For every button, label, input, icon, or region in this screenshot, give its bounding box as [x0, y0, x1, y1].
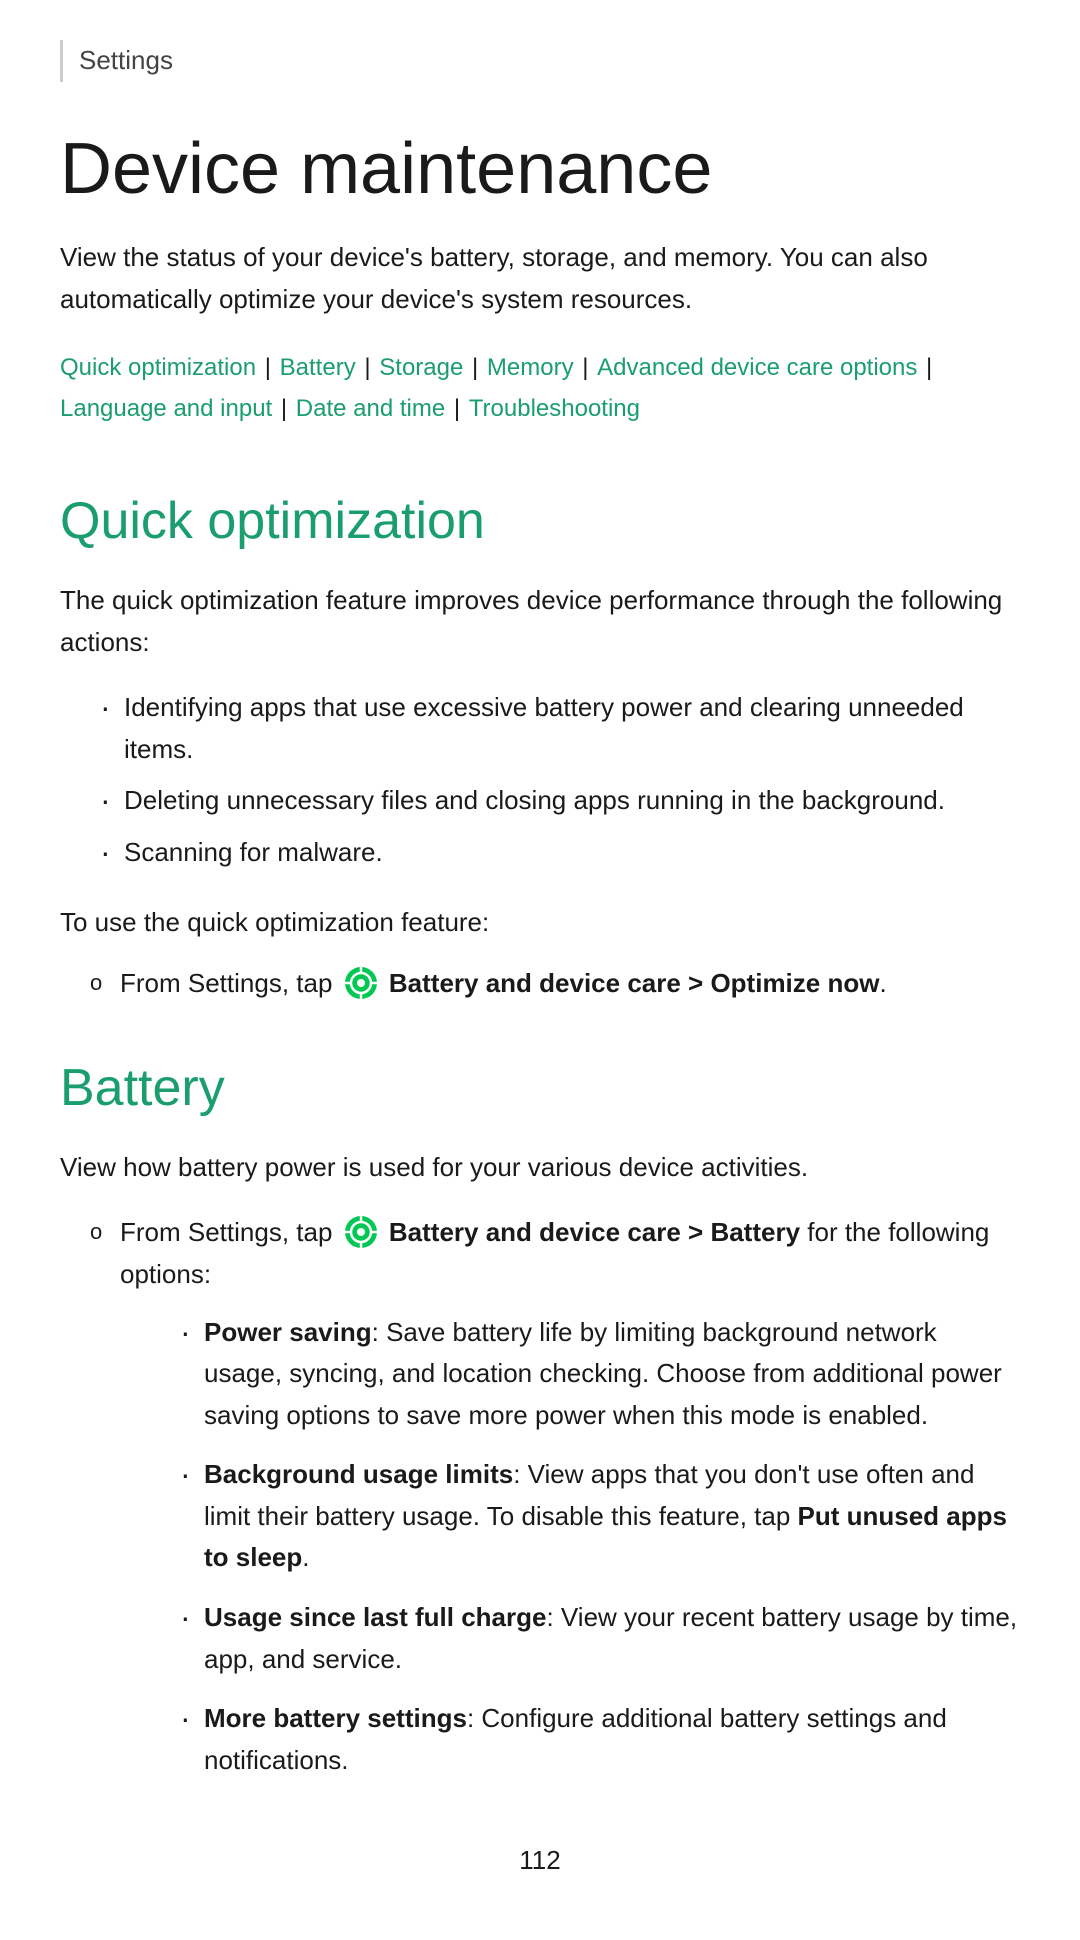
quick-optimization-bullets: Identifying apps that use excessive batt…: [100, 687, 1020, 873]
quick-optimization-desc: The quick optimization feature improves …: [60, 580, 1020, 663]
page-number: 112: [60, 1841, 1020, 1880]
nav-link-date[interactable]: Date and time: [296, 395, 445, 422]
background-usage-bold: Background usage limits: [204, 1459, 513, 1489]
bullet-item-2: Deleting unnecessary files and closing a…: [100, 780, 1020, 822]
nav-link-battery[interactable]: Battery: [280, 354, 356, 381]
nav-link-advanced[interactable]: Advanced device care options: [597, 354, 917, 381]
step-intro-text: To use the quick optimization feature:: [60, 902, 1020, 944]
battery-step-list: From Settings, tap Battery and device ca…: [90, 1212, 1020, 1781]
settings-icon-1: [344, 966, 378, 1000]
nav-link-quick-optimization[interactable]: Quick optimization: [60, 354, 256, 381]
battery-sub-bullet-3: Usage since last full charge: View your …: [180, 1597, 1020, 1680]
battery-section: Battery View how battery power is used f…: [60, 1049, 1020, 1782]
battery-step-bold: Battery and device care > Battery: [389, 1217, 800, 1247]
step-period: .: [879, 968, 886, 998]
battery-step-from: From Settings, tap: [120, 1217, 340, 1247]
bullet-item-3: Scanning for malware.: [100, 832, 1020, 874]
settings-icon-2: [344, 1215, 378, 1249]
nav-separator-4: |: [576, 354, 596, 381]
nav-link-troubleshooting[interactable]: Troubleshooting: [469, 395, 640, 422]
quick-opt-step: From Settings, tap Battery and device ca…: [90, 963, 1020, 1005]
intro-text: View the status of your device's battery…: [60, 237, 1020, 320]
step-from: From Settings, tap: [120, 968, 340, 998]
nav-separator-7: |: [447, 395, 467, 422]
page-title: Device maintenance: [60, 130, 1020, 209]
battery-desc: View how battery power is used for your …: [60, 1147, 1020, 1189]
battery-step: From Settings, tap Battery and device ca…: [90, 1212, 1020, 1781]
nav-link-memory[interactable]: Memory: [487, 354, 574, 381]
nav-separator-3: |: [465, 354, 485, 381]
nav-link-language[interactable]: Language and input: [60, 395, 272, 422]
quick-optimization-section: Quick optimization The quick optimizatio…: [60, 482, 1020, 1005]
battery-sub-bullet-4: More battery settings: Configure additio…: [180, 1698, 1020, 1781]
more-battery-bold: More battery settings: [204, 1703, 467, 1733]
breadcrumb: Settings: [60, 40, 1020, 82]
battery-sub-bullet-1: Power saving: Save battery life by limit…: [180, 1312, 1020, 1437]
nav-links: Quick optimization | Battery | Storage |…: [60, 348, 1020, 430]
usage-since-bold: Usage since last full charge: [204, 1602, 546, 1632]
battery-title: Battery: [60, 1049, 1020, 1127]
battery-sub-bullets: Power saving: Save battery life by limit…: [180, 1312, 1020, 1782]
nav-separator-2: |: [358, 354, 378, 381]
quick-optimization-title: Quick optimization: [60, 482, 1020, 560]
step-bold-text: Battery and device care > Optimize now: [389, 968, 880, 998]
quick-opt-step-list: From Settings, tap Battery and device ca…: [90, 963, 1020, 1005]
bullet-item-1: Identifying apps that use excessive batt…: [100, 687, 1020, 770]
nav-link-storage[interactable]: Storage: [379, 354, 463, 381]
breadcrumb-label: Settings: [79, 45, 173, 75]
nav-separator-5: |: [919, 354, 932, 381]
power-saving-bold: Power saving: [204, 1317, 372, 1347]
battery-sub-bullet-2: Background usage limits: View apps that …: [180, 1454, 1020, 1579]
nav-separator-1: |: [258, 354, 278, 381]
nav-separator-6: |: [274, 395, 294, 422]
background-usage-period: .: [302, 1542, 309, 1572]
